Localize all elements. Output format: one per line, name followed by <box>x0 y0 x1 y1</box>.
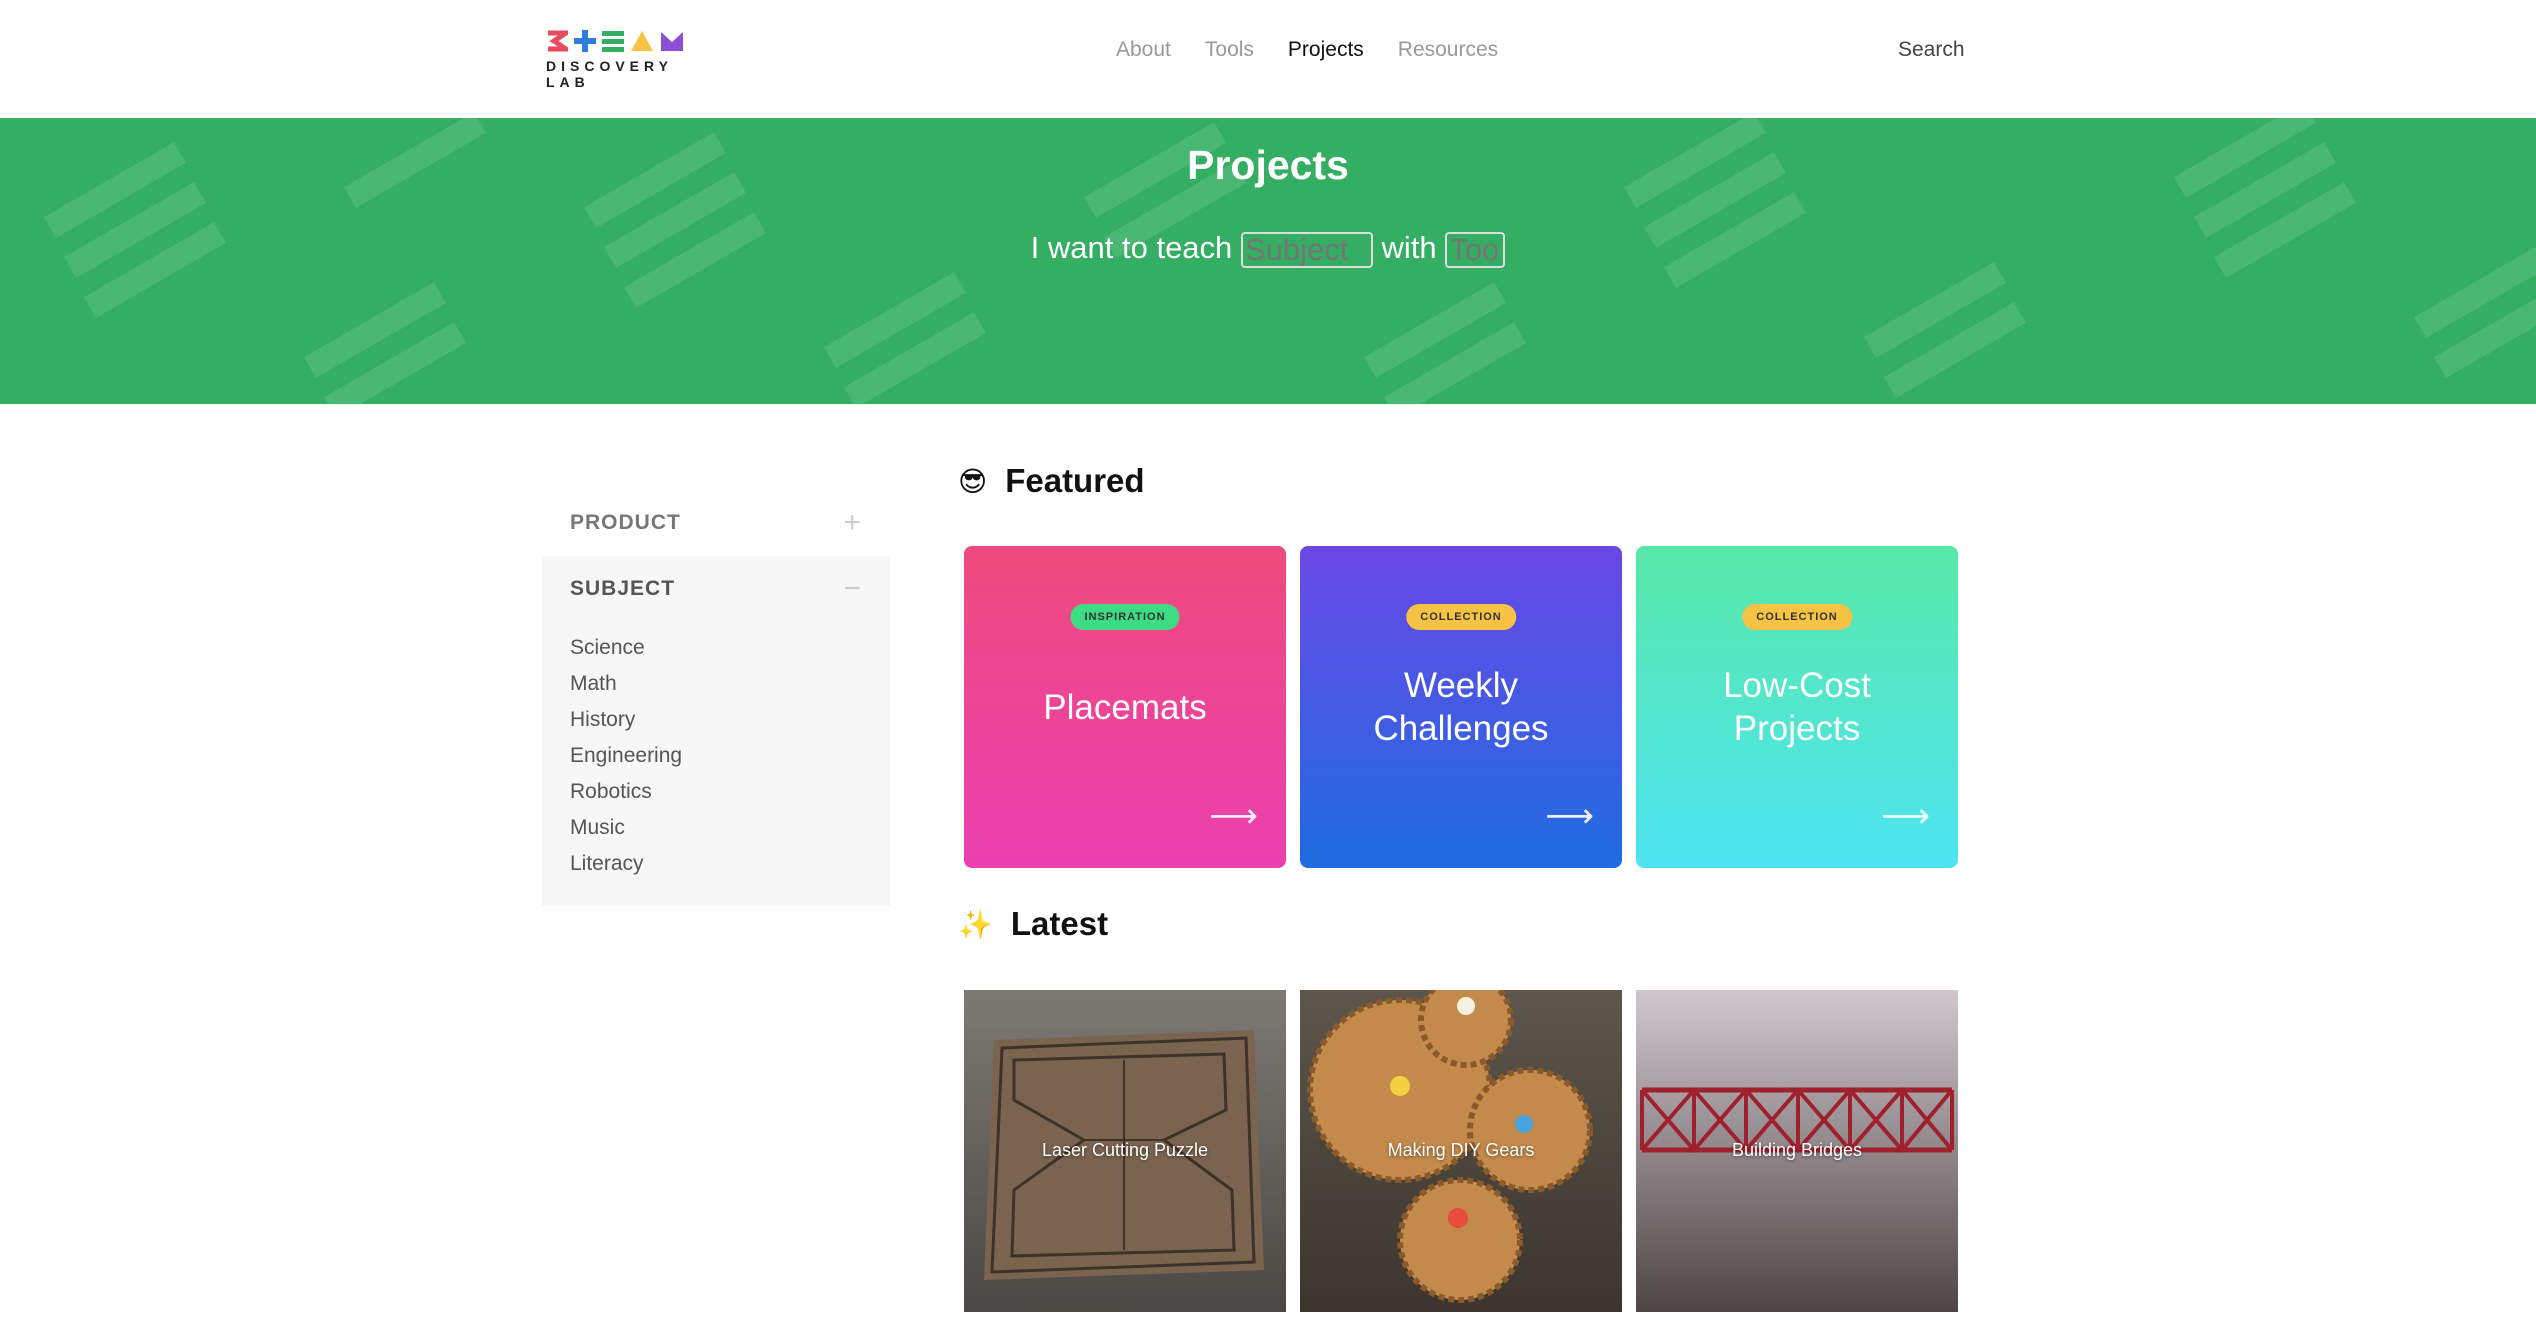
plus-icon[interactable]: + <box>843 506 862 540</box>
sentence-start: I want to teach <box>1030 230 1233 265</box>
card-badge: INSPIRATION <box>1070 604 1180 630</box>
subject-list: Science Math History Engineering Robotic… <box>542 622 890 906</box>
filter-sidebar: PRODUCT + SUBJECT − Science Math History… <box>542 490 890 906</box>
logo-m-icon <box>661 32 683 51</box>
filter-subject: SUBJECT − Science Math History Engineeri… <box>542 556 890 906</box>
search-link[interactable]: Search <box>1898 38 1965 62</box>
card-badge: COLLECTION <box>1742 604 1852 630</box>
arrow-right-icon: ⟶ <box>1545 797 1594 835</box>
latest-title: Latest <box>1010 905 1109 942</box>
featured-title: Featured <box>1005 462 1145 499</box>
card-title: Weekly Challenges <box>1373 666 1549 748</box>
site-header: DISCOVERY LAB About Tools Projects Resou… <box>0 0 2536 118</box>
featured-card-placemats[interactable]: INSPIRATION Placemats ⟶ <box>964 546 1286 868</box>
featured-card-low-cost-projects[interactable]: COLLECTION Low-Cost Projects ⟶ <box>1636 546 1958 868</box>
subject-input[interactable] <box>1240 231 1373 268</box>
sunglasses-icon: 😎 <box>958 465 988 497</box>
nav-projects[interactable]: Projects <box>1288 38 1364 62</box>
featured-card-weekly-challenges[interactable]: COLLECTION Weekly Challenges ⟶ <box>1300 546 1622 868</box>
card-badge: COLLECTION <box>1406 604 1516 630</box>
filter-subject-header[interactable]: SUBJECT − <box>542 556 890 622</box>
latest-heading: ✨ Latest <box>958 905 1108 943</box>
subject-option[interactable]: Robotics <box>570 774 862 810</box>
logo-plus-icon <box>574 30 596 52</box>
arrow-right-icon: ⟶ <box>1881 797 1930 835</box>
subject-option[interactable]: Literacy <box>570 846 862 882</box>
logo-e-icon <box>602 31 624 52</box>
arrow-right-icon: ⟶ <box>1209 797 1258 835</box>
subject-option[interactable]: Music <box>570 810 862 846</box>
nav-resources[interactable]: Resources <box>1398 38 1498 62</box>
logo-s-icon <box>548 30 568 52</box>
filter-product-header[interactable]: PRODUCT + <box>542 490 890 556</box>
sparkles-icon: ✨ <box>958 908 993 940</box>
nav-tools[interactable]: Tools <box>1205 38 1254 62</box>
thumb-caption: Making DIY Gears <box>1387 1140 1535 1160</box>
tool-input[interactable] <box>1445 231 1506 268</box>
featured-heading: 😎 Featured <box>958 462 1145 500</box>
thumb-caption: Laser Cutting Puzzle <box>1041 1140 1209 1160</box>
latest-item-building-bridges[interactable]: Building Bridges <box>1636 990 1958 1312</box>
subject-option[interactable]: Science <box>570 630 862 666</box>
subject-option[interactable]: History <box>570 702 862 738</box>
subject-option[interactable]: Math <box>570 666 862 702</box>
logo-marks <box>546 24 716 52</box>
latest-item-making-diy-gears[interactable]: Making DIY Gears <box>1300 990 1622 1312</box>
filter-product-label: PRODUCT <box>570 511 681 534</box>
sentence-mid: with <box>1381 230 1437 265</box>
latest-item-laser-cutting-puzzle[interactable]: Laser Cutting Puzzle <box>964 990 1286 1312</box>
card-title: Placemats <box>1043 688 1207 727</box>
card-title: Low-Cost Projects <box>1723 666 1871 748</box>
hero-banner: Projects I want to teach with <box>0 118 2536 404</box>
nav-about[interactable]: About <box>1116 38 1171 62</box>
main-nav: About Tools Projects Resources <box>1116 38 1498 62</box>
steam-logo[interactable]: DISCOVERY LAB <box>546 24 716 90</box>
subject-option[interactable]: Engineering <box>570 738 862 774</box>
filter-product: PRODUCT + <box>542 490 890 556</box>
logo-a-icon <box>631 31 653 51</box>
logo-text: DISCOVERY LAB <box>546 58 673 90</box>
minus-icon[interactable]: − <box>843 572 862 606</box>
page-title: Projects <box>1187 142 1349 188</box>
thumb-caption: Building Bridges <box>1731 1140 1863 1160</box>
teach-filter-sentence: I want to teach with <box>0 230 2536 268</box>
filter-subject-label: SUBJECT <box>570 577 676 600</box>
